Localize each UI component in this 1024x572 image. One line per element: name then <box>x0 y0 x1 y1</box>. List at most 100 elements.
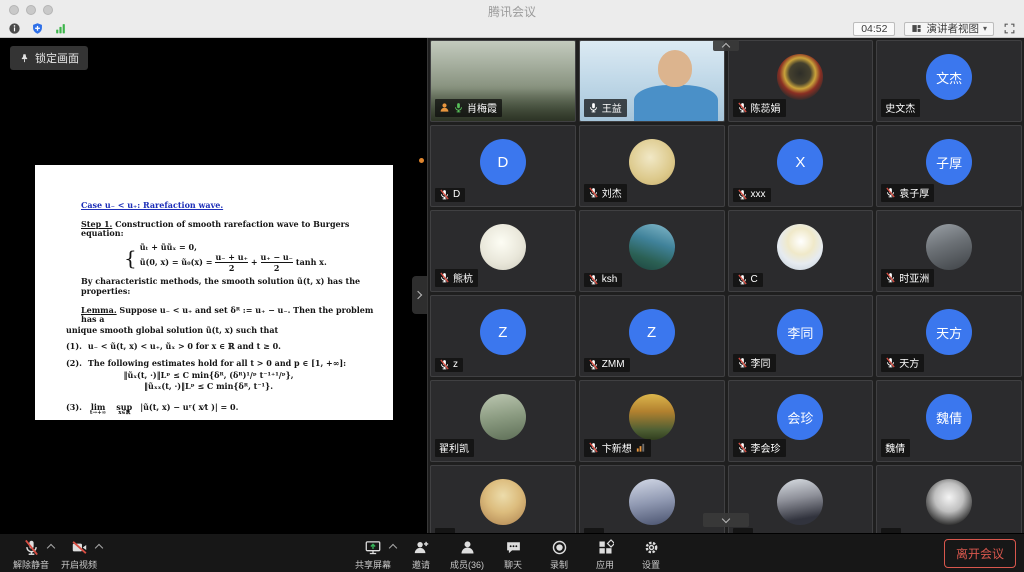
participant-tile[interactable]: 翟利凯 <box>430 380 576 462</box>
avatar <box>777 224 823 270</box>
participant-name: 时亚洲 <box>899 270 929 285</box>
apps-icon <box>596 539 614 556</box>
participant-tile[interactable]: 魏倩魏倩 <box>876 380 1022 462</box>
participant-name-badge: 刘杰 <box>584 184 627 202</box>
participant-tile[interactable]: 陈蕊娟 <box>728 40 874 122</box>
participant-tile[interactable]: DD <box>430 125 576 207</box>
participant-name: 李会珍 <box>751 440 781 455</box>
participant-tile[interactable]: 刘杰 <box>579 125 725 207</box>
avatar: 子厚 <box>926 139 972 185</box>
toolbar-invite-button[interactable]: 邀请 <box>398 536 444 571</box>
scroll-down-button[interactable] <box>703 513 749 527</box>
toolbar-apps-button[interactable]: 应用 <box>582 536 628 571</box>
slide-case-line: Case u₋ < u₊: Rarefaction wave. <box>81 201 375 211</box>
toolbar-settings-button[interactable]: 设置 <box>628 536 674 571</box>
pin-view-label: 锁定画面 <box>35 50 79 66</box>
mic-muted-icon <box>588 359 599 370</box>
participant-name: 刘杰 <box>602 185 622 200</box>
chevron-down-icon <box>722 514 730 522</box>
slide-estimate1: ‖ũₓ(t, ·)‖Lᵖ ≤ C min{δᴿ, (δᴿ)¹/ᵖ t⁻¹⁺¹/ᵖ… <box>66 371 351 381</box>
participant-tile[interactable] <box>430 465 576 533</box>
participant-name-badge: 卞新想 <box>584 439 651 457</box>
meeting-main: 锁定画面 Case u₋ < u₊: Rarefaction wave. Ste… <box>0 38 1024 533</box>
close-window-button[interactable] <box>9 5 19 15</box>
toolbar-label: 共享屏幕 <box>355 558 391 571</box>
shield-icon[interactable] <box>31 22 44 35</box>
slide-equation-block: { ũₜ + ũũₓ = 0, ũ(0, x) = ũ₀(x) = u₋ + u… <box>124 243 375 273</box>
mic-muted-icon <box>885 272 896 283</box>
leave-meeting-button[interactable]: 离开会议 <box>944 539 1016 568</box>
avatar <box>777 479 823 525</box>
zoom-window-button[interactable] <box>43 5 53 15</box>
avatar: 会珍 <box>777 394 823 440</box>
pin-view-button[interactable]: 锁定画面 <box>10 46 88 70</box>
participant-name-badge: 陈蕊娟 <box>733 99 786 117</box>
mic-muted-icon <box>588 274 599 285</box>
avatar <box>480 479 526 525</box>
chevron-up-icon <box>722 43 730 51</box>
toolbar-label: 应用 <box>596 558 614 571</box>
host-icon <box>439 102 450 113</box>
participant-tile[interactable]: 李同李同 <box>728 295 874 377</box>
minimize-window-button[interactable] <box>26 5 36 15</box>
mic-muted-icon <box>885 357 896 368</box>
shared-screen-area: 锁定画面 Case u₋ < u₊: Rarefaction wave. Ste… <box>0 38 427 533</box>
participant-name: 卞新想 <box>602 440 632 455</box>
participant-grid-panel: 肖梅霞王益陈蕊娟文杰史文杰DD刘杰Xxxx子厚袁子厚熊杭kshC时亚洲ZzZZM… <box>427 38 1024 533</box>
slide-item2: (2).The following estimates hold for all… <box>66 359 375 369</box>
record-icon <box>550 539 568 556</box>
toolbar-label: 设置 <box>642 558 660 571</box>
scroll-up-button[interactable] <box>713 40 739 51</box>
participant-tile[interactable]: 文杰史文杰 <box>876 40 1022 122</box>
participant-name: D <box>453 189 460 200</box>
members-icon <box>458 539 476 556</box>
unmute-label: 解除静音 <box>13 558 49 571</box>
toolbar-members-button[interactable]: 成员(36) <box>444 536 490 571</box>
unmute-button[interactable]: 解除静音 <box>8 536 54 571</box>
view-mode-button[interactable]: 演讲者视图 ▾ <box>904 22 994 36</box>
toolbar-chat-button[interactable]: 聊天 <box>490 536 536 571</box>
participant-name-badge: 魏倩 <box>881 439 910 457</box>
info-icon[interactable] <box>8 22 21 35</box>
participant-tile[interactable]: 肖梅霞 <box>430 40 576 122</box>
participant-tile[interactable]: 会珍李会珍 <box>728 380 874 462</box>
participant-tile[interactable]: 熊杭 <box>430 210 576 292</box>
participant-tile[interactable] <box>728 465 874 533</box>
avatar <box>629 224 675 270</box>
avatar <box>629 139 675 185</box>
participant-tile[interactable]: Zz <box>430 295 576 377</box>
participant-name: 魏倩 <box>885 440 905 455</box>
avatar <box>777 54 823 100</box>
tencent-meeting-window: 腾讯会议 04:52 演讲者视图 ▾ <box>0 0 1024 572</box>
slide-lemma-line2: unique smooth global solution ũ(t, x) su… <box>66 326 375 336</box>
participant-tile[interactable]: Xxxx <box>728 125 874 207</box>
toolbar-screen-share-button[interactable]: 共享屏幕 <box>350 536 396 571</box>
collapse-panel-handle[interactable] <box>412 276 427 314</box>
mic-muted-icon <box>885 187 896 198</box>
settings-icon <box>642 539 660 556</box>
network-quality-icon[interactable] <box>54 22 67 35</box>
participant-tile[interactable]: 子厚袁子厚 <box>876 125 1022 207</box>
participant-name-badge: 熊杭 <box>435 269 478 287</box>
avatar <box>926 224 972 270</box>
avatar: 魏倩 <box>926 394 972 440</box>
participant-tile[interactable]: ksh <box>579 210 725 292</box>
mic-muted-icon <box>737 274 748 285</box>
toolbar-left-group: 解除静音 开启视频 <box>8 536 104 571</box>
participant-tile[interactable]: 时亚洲 <box>876 210 1022 292</box>
participant-name: z <box>453 359 458 370</box>
participant-tile[interactable]: 卞新想 <box>579 380 725 462</box>
fullscreen-icon[interactable] <box>1003 22 1016 35</box>
start-video-button[interactable]: 开启视频 <box>56 536 102 571</box>
participant-name: 袁子厚 <box>899 185 929 200</box>
participant-name-badge: 天方 <box>881 354 924 372</box>
participant-tile[interactable]: 王益 <box>579 40 725 122</box>
participant-tile[interactable]: 天方天方 <box>876 295 1022 377</box>
participant-tile[interactable]: ZZMM <box>579 295 725 377</box>
slide-item3: (3). limt→+∞ supx∈ℝ |ũ(t, x) − uʳ( x⁄t )… <box>66 403 375 417</box>
participant-tile[interactable]: C <box>728 210 874 292</box>
participant-tile[interactable] <box>876 465 1022 533</box>
speaker-view-icon <box>911 23 922 34</box>
window-title: 腾讯会议 <box>488 3 536 20</box>
toolbar-record-button[interactable]: 录制 <box>536 536 582 571</box>
